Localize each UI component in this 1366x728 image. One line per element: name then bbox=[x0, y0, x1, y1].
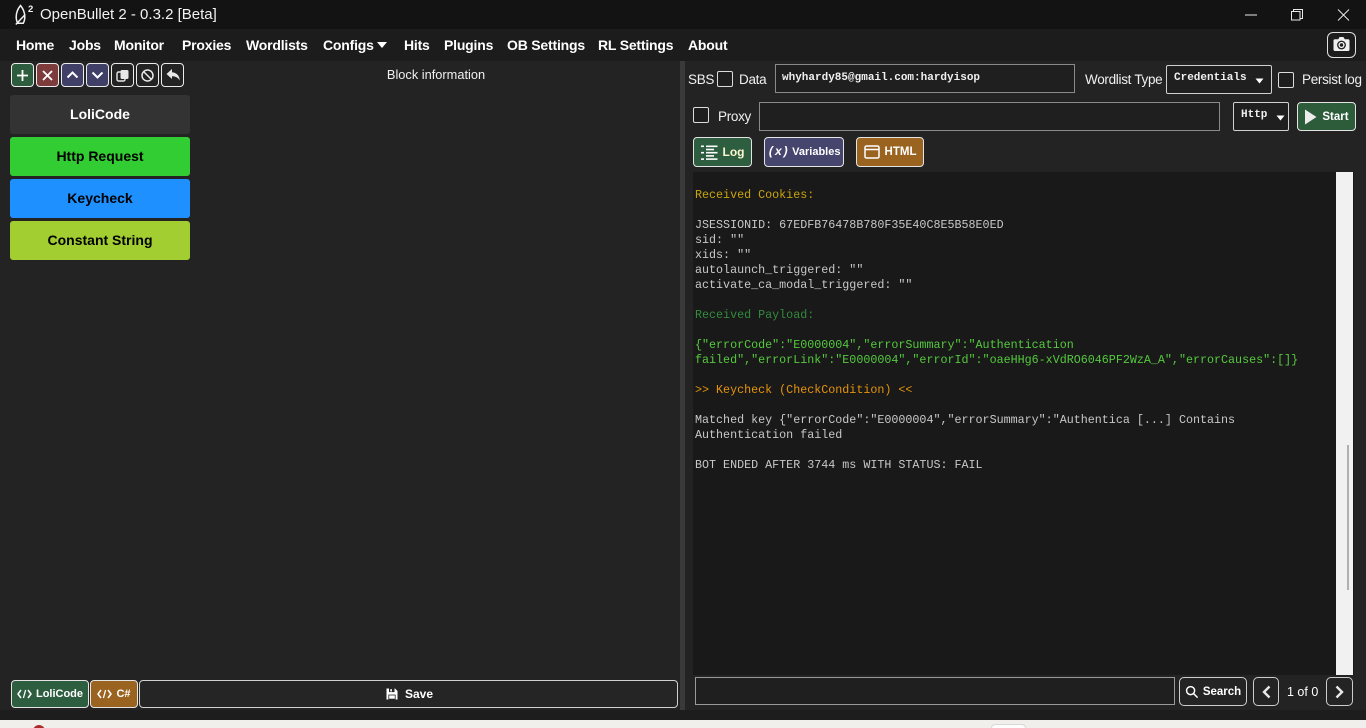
svg-text:2: 2 bbox=[28, 4, 33, 15]
